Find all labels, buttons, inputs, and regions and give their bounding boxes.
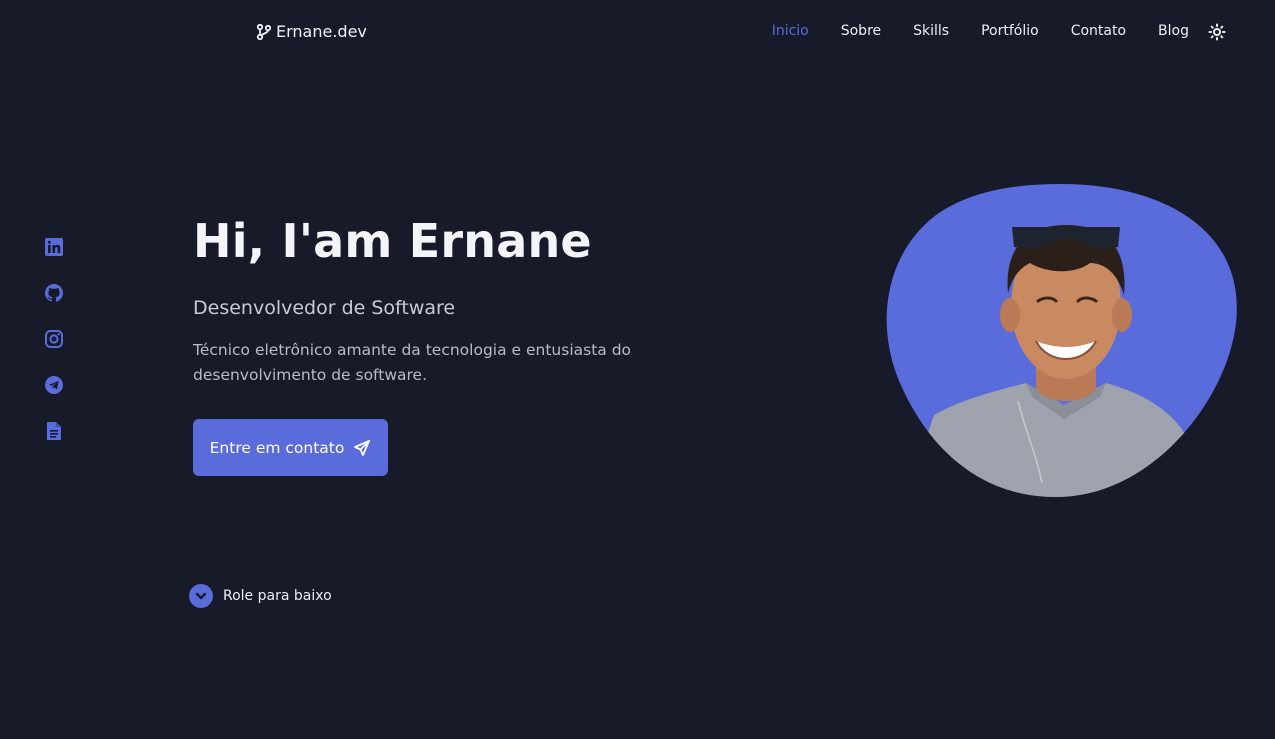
github-link[interactable] [44,283,64,303]
instagram-icon [45,330,63,348]
nav-item-portfolio[interactable]: Portfólio [981,23,1039,39]
linkedin-link[interactable] [44,237,64,257]
theme-toggle-button[interactable] [1208,23,1226,41]
social-links [44,237,64,441]
github-icon [45,284,63,302]
nav-item-skills[interactable]: Skills [913,23,949,39]
logo-link[interactable]: Ernane.dev [256,22,367,41]
scroll-down-link[interactable]: Role para baixo [189,584,332,608]
site-header: Ernane.dev Inicio Sobre Skills Portfólio… [0,0,1275,64]
hero-title: Hi, I'am Ernane [193,214,592,268]
telegram-icon [45,376,63,394]
nav-item-sobre[interactable]: Sobre [841,23,881,39]
telegram-link[interactable] [44,375,64,395]
nav-item-contato[interactable]: Contato [1071,23,1126,39]
send-icon [354,439,371,456]
contact-button[interactable]: Entre em contato [193,419,388,476]
main-nav: Inicio Sobre Skills Portfólio Contato Bl… [772,23,1189,39]
profile-photo [886,184,1237,497]
hero-subtitle: Desenvolvedor de Software [193,297,456,319]
nav-item-blog[interactable]: Blog [1158,23,1189,39]
document-link[interactable] [44,421,64,441]
hero-description: Técnico eletrônico amante da tecnologia … [193,341,632,384]
logo-text: Ernane.dev [276,22,367,41]
branch-icon [256,23,272,40]
scroll-down-label: Role para baixo [223,588,332,604]
profile-avatar [886,183,1238,498]
document-icon [47,422,61,440]
chevron-down-icon [189,584,213,608]
sun-icon [1208,23,1226,41]
linkedin-icon [45,238,63,256]
contact-button-label: Entre em contato [209,438,345,457]
instagram-link[interactable] [44,329,64,349]
nav-item-inicio[interactable]: Inicio [772,23,809,39]
